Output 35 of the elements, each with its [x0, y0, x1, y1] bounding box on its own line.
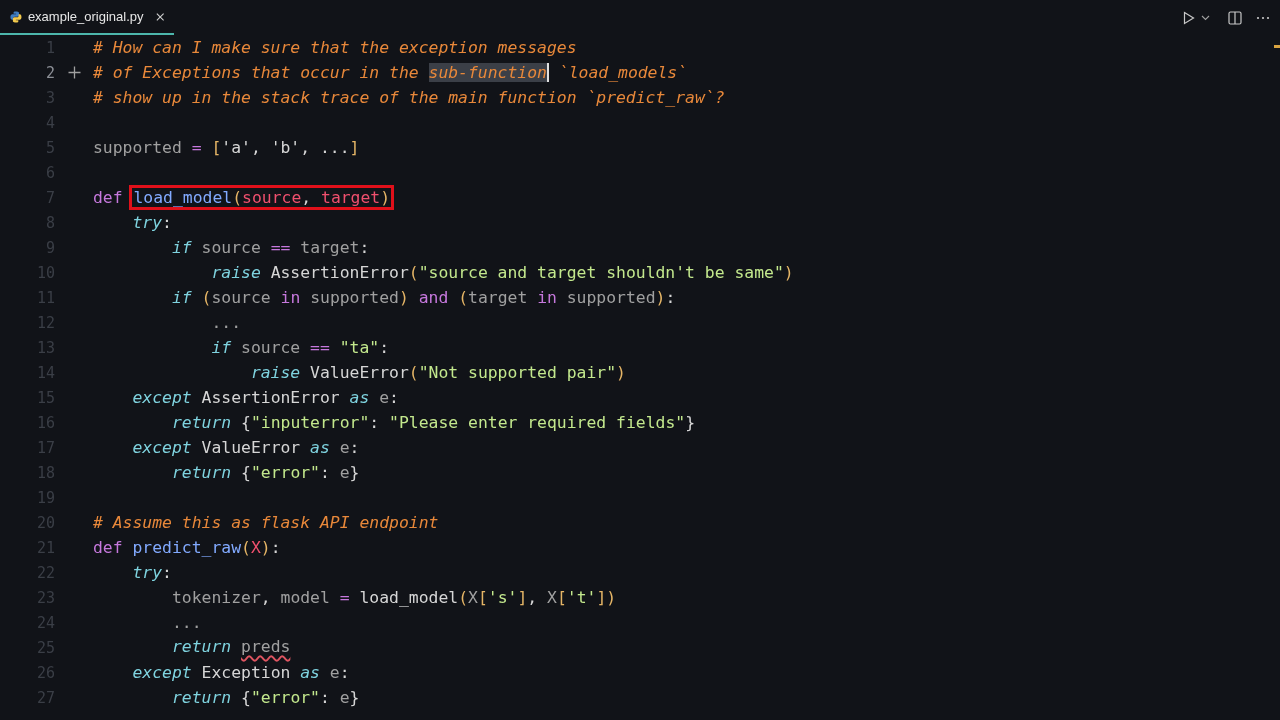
code-line: return {"inputerror": "Please enter required fields"} — [170, 412, 695, 434]
code-line: except ValueError as e: — [131, 437, 360, 459]
code-line: def load_model(source, target) — [93, 185, 392, 210]
split-editor-icon[interactable] — [1228, 10, 1242, 25]
chevron-down-icon[interactable] — [1201, 14, 1210, 21]
code-line: raise AssertionError("source and target shouldn't be same") — [210, 262, 794, 284]
editor-tab[interactable]: example_original.py — [0, 0, 174, 35]
code-line: except Exception as e: — [131, 662, 350, 684]
code-line: return {"error": e} — [170, 462, 360, 484]
code-line: # of Exceptions that occur in the sub-function `load_models` — [93, 62, 688, 84]
code-line: def predict_raw(X): — [93, 537, 281, 559]
code-line: tokenizer, model = load_model(X['s'], X['t']) — [170, 587, 617, 609]
code-line: ... — [210, 312, 242, 334]
code-line: if (source in supported) and (target in supported): — [170, 287, 676, 309]
run-icon[interactable] — [1183, 10, 1195, 25]
code-line: ... — [170, 612, 202, 634]
code-line: except AssertionError as e: — [131, 387, 399, 409]
more-icon[interactable] — [1256, 15, 1270, 20]
code-line: if source == target: — [170, 237, 370, 259]
code-line: raise ValueError("Not supported pair") — [249, 362, 626, 384]
code-line: # Assume this as flask API endpoint — [93, 512, 439, 534]
code-line: supported = ['a', 'b', ...] — [93, 137, 360, 159]
annotation-box: load_model(source, target) — [132, 188, 392, 207]
scroll-marker — [1274, 45, 1280, 48]
code-line: if source == "ta": — [210, 337, 390, 359]
code-line: return preds — [170, 636, 291, 658]
code-line: # show up in the stack trace of the main function `predict_raw`? — [93, 87, 725, 109]
close-icon[interactable] — [155, 11, 164, 22]
add-icon[interactable] — [67, 66, 81, 79]
code-line: try: — [131, 562, 172, 584]
code-line: return {"error": e} — [170, 687, 360, 709]
python-icon — [10, 9, 22, 24]
code-line: # How can I make sure that the exception messages — [93, 37, 577, 59]
code-line: try: — [131, 212, 172, 234]
line-number: 2 — [44, 63, 55, 82]
